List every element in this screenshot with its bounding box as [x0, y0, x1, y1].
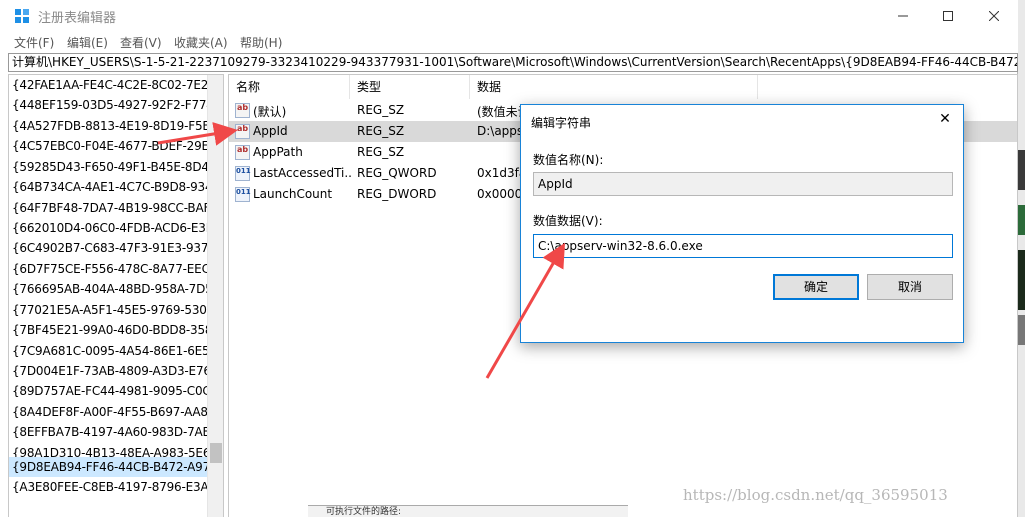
tree-item[interactable]: {4C57EBC0-F04E-4677-BDEF-29EF	[12, 136, 216, 156]
string-value-icon: ab	[235, 103, 250, 118]
value-name-label: 数值名称(N):	[533, 153, 604, 167]
tree-item[interactable]: {6D7F75CE-F556-478C-8A77-EECE	[12, 259, 217, 279]
value-name: LastAccessedTi...	[253, 166, 353, 180]
minimize-button[interactable]	[880, 0, 926, 31]
address-bar[interactable]: 计算机\HKEY_USERS\S-1-5-21-2237109279-33234…	[8, 53, 1018, 72]
menu-favorites[interactable]: 收藏夹(A)	[174, 34, 228, 51]
tree-item[interactable]: {448EF159-03D5-4927-92F2-F7747	[12, 95, 221, 115]
tree-scroll-thumb[interactable]	[210, 443, 222, 463]
close-icon	[989, 10, 999, 21]
title-bar: 注册表编辑器	[0, 0, 1018, 31]
menu-file[interactable]: 文件(F)	[14, 34, 54, 51]
tree-item[interactable]: {4A527FDB-8813-4E19-8D19-F5E0	[12, 116, 217, 136]
ok-button[interactable]: 确定	[773, 274, 859, 300]
tree-item[interactable]: {77021E5A-A5F1-45E5-9769-5301	[12, 300, 214, 320]
dialog-close-icon[interactable]: ✕	[936, 111, 954, 127]
value-name-field: AppId	[533, 172, 953, 196]
tree-item[interactable]: {662010D4-06C0-4FDB-ACD6-E3E	[12, 218, 213, 238]
value-data-input[interactable]: C:\appserv-win32-8.6.0.exe	[533, 234, 953, 258]
tree-item[interactable]: {766695AB-404A-48BD-958A-7D5	[12, 279, 213, 299]
value-type: REG_SZ	[357, 145, 405, 159]
value-type: REG_SZ	[357, 103, 405, 117]
column-header-name[interactable]: 名称	[229, 75, 350, 99]
edit-string-dialog: 编辑字符串 ✕ 数值名称(N): AppId 数值数据(V): C:\appse…	[520, 104, 964, 343]
value-data-label: 数值数据(V):	[533, 214, 603, 228]
background-window-fragment: 可执行文件的路径:	[308, 505, 628, 517]
tree-item[interactable]: {42FAE1AA-FE4C-4C2E-8C02-7E22	[12, 75, 216, 95]
tree-item[interactable]: {6C4902B7-C683-47F3-91E3-9370	[12, 238, 216, 258]
tree-scrollbar[interactable]	[207, 75, 223, 517]
dialog-title: 编辑字符串	[531, 116, 592, 130]
column-header-type[interactable]: 类型	[350, 75, 470, 99]
column-header-data[interactable]: 数据	[470, 75, 758, 99]
close-button[interactable]	[971, 0, 1017, 31]
cancel-button[interactable]: 取消	[867, 274, 953, 300]
value-name: LaunchCount	[253, 187, 333, 201]
value-name: AppPath	[253, 145, 303, 159]
tree-item[interactable]: {8EFFBA7B-4197-4A60-983D-7AB2	[12, 422, 218, 442]
value-name: AppId	[253, 124, 288, 138]
menu-help[interactable]: 帮助(H)	[240, 34, 282, 51]
maximize-button[interactable]	[925, 0, 971, 31]
tree-item[interactable]: {59285D43-F650-49F1-B45E-8D4F	[12, 157, 216, 177]
menu-view[interactable]: 查看(V)	[120, 34, 162, 51]
value-name: (默认)	[253, 105, 287, 119]
tree-item[interactable]: {64F7BF48-7DA7-4B19-98CC-BAF/	[12, 198, 214, 218]
string-value-icon: ab	[235, 145, 250, 160]
maximize-icon	[943, 10, 953, 21]
tree-item[interactable]: {89D757AE-FC44-4981-9095-C0C1	[12, 381, 218, 401]
value-type: REG_SZ	[357, 124, 405, 138]
key-tree[interactable]: {42FAE1AA-FE4C-4C2E-8C02-7E22 {448EF159-…	[8, 74, 224, 517]
string-value-icon: ab	[235, 124, 250, 139]
minimize-icon	[898, 15, 908, 16]
tree-item[interactable]: {8A4DEF8F-A00F-4F55-B697-AA85	[12, 402, 215, 422]
tree-item-selected[interactable]: {9D8EAB94-FF46-44CB-B472-A974	[9, 457, 218, 477]
binary-value-icon: 011	[235, 187, 251, 202]
menu-bar: 文件(F) 编辑(E) 查看(V) 收藏夹(A) 帮助(H)	[0, 31, 1018, 53]
watermark: https://blog.csdn.net/qq_36595013	[683, 486, 948, 504]
binary-value-icon: 011	[235, 166, 251, 181]
tree-item[interactable]: {64B734CA-4AE1-4C7C-B9D8-934	[12, 177, 213, 197]
window-title: 注册表编辑器	[38, 11, 117, 26]
value-type: REG_DWORD	[357, 187, 437, 201]
value-type: REG_QWORD	[357, 166, 437, 180]
tree-item[interactable]: {7D004E1F-73AB-4809-A3D3-E767	[12, 361, 218, 381]
menu-edit[interactable]: 编辑(E)	[67, 34, 108, 51]
tree-item[interactable]: {A3E80FEE-C8EB-4197-8796-E3AC	[12, 477, 217, 497]
registry-editor-icon	[15, 9, 29, 23]
tree-item[interactable]: {7BF45E21-99A0-46D0-BDD8-358	[12, 320, 213, 340]
tree-item[interactable]: {7C9A681C-0095-4A54-86E1-6E53	[12, 341, 217, 361]
